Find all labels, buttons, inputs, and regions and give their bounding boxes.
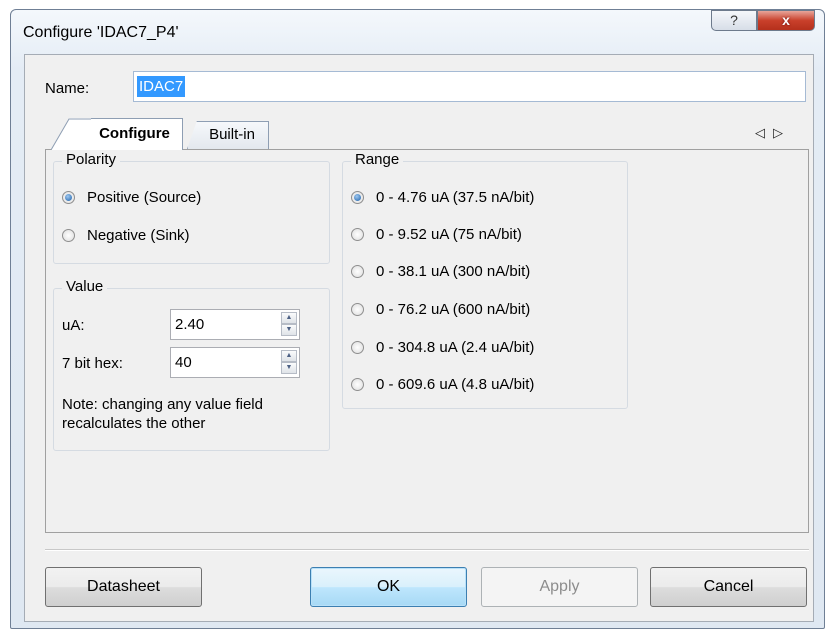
apply-button[interactable]: Apply (481, 567, 638, 607)
range-option-label: 0 - 609.6 uA (4.8 uA/bit) (376, 375, 535, 393)
ua-label: uA: (62, 317, 85, 334)
tab-scroll-arrows: ◁▷ (755, 125, 791, 141)
polarity-option-label: Positive (Source) (87, 188, 202, 206)
tab-configure-edge (51, 118, 91, 150)
range-option[interactable]: 0 - 609.6 uA (4.8 uA/bit) (351, 373, 534, 395)
radio-unselected-icon[interactable] (351, 302, 364, 316)
radio-unselected-icon[interactable] (351, 227, 364, 241)
range-option-label: 0 - 9.52 uA (75 nA/bit) (376, 225, 522, 243)
range-option[interactable]: 0 - 38.1 uA (300 nA/bit) (351, 260, 530, 282)
value-note: Note: changing any value field recalcula… (62, 396, 263, 432)
value-group: Value uA: 2.40 ▲ ▼ 7 bit hex: 40 ▲ ▼ Not… (53, 278, 330, 451)
spin-up-icon[interactable]: ▲ (281, 312, 297, 324)
hex-spinbox[interactable]: 40 ▲ ▼ (170, 347, 300, 378)
spin-down-icon[interactable]: ▼ (281, 324, 297, 336)
range-option-label: 0 - 304.8 uA (2.4 uA/bit) (376, 338, 535, 356)
hex-value: 40 (175, 354, 192, 371)
ok-button[interactable]: OK (310, 567, 467, 607)
range-option[interactable]: 0 - 76.2 uA (600 nA/bit) (351, 298, 530, 320)
dialog-client-area: Name: IDAC7 Configure Built-in ◁▷ Polari… (24, 54, 814, 622)
configure-tab-page: Polarity Positive (Source) Negative (Sin… (45, 149, 809, 533)
name-input[interactable]: IDAC7 (133, 71, 806, 102)
range-option[interactable]: 0 - 9.52 uA (75 nA/bit) (351, 223, 522, 245)
radio-selected-icon[interactable] (62, 190, 75, 204)
radio-unselected-icon[interactable] (351, 340, 364, 354)
name-label: Name: (45, 80, 90, 97)
value-legend: Value (62, 278, 108, 295)
radio-unselected-icon[interactable] (351, 264, 364, 278)
ua-spinbox[interactable]: 2.40 ▲ ▼ (170, 309, 300, 340)
polarity-option-positive[interactable]: Positive (Source) (62, 186, 201, 208)
polarity-group: Polarity Positive (Source) Negative (Sin… (53, 151, 330, 264)
close-button[interactable]: x (757, 10, 815, 31)
ua-value: 2.40 (175, 316, 205, 333)
spin-up-icon[interactable]: ▲ (281, 350, 297, 362)
polarity-option-negative[interactable]: Negative (Sink) (62, 224, 190, 246)
tab-scroll-right-icon[interactable]: ▷ (773, 125, 791, 140)
radio-unselected-icon[interactable] (62, 228, 75, 242)
range-group: Range 0 - 4.76 uA (37.5 nA/bit) 0 - 9.52… (342, 151, 628, 409)
name-input-value: IDAC7 (137, 76, 186, 97)
range-option[interactable]: 0 - 304.8 uA (2.4 uA/bit) (351, 336, 534, 358)
radio-unselected-icon[interactable] (351, 377, 364, 391)
radio-selected-icon[interactable] (351, 190, 364, 204)
range-option-label: 0 - 4.76 uA (37.5 nA/bit) (376, 188, 535, 206)
polarity-option-label: Negative (Sink) (87, 226, 190, 244)
range-option[interactable]: 0 - 4.76 uA (37.5 nA/bit) (351, 186, 534, 208)
tab-scroll-left-icon[interactable]: ◁ (755, 125, 773, 140)
datasheet-button[interactable]: Datasheet (45, 567, 202, 607)
tab-built-in[interactable]: Built-in (187, 121, 269, 149)
range-option-label: 0 - 76.2 uA (600 nA/bit) (376, 300, 531, 318)
cancel-button[interactable]: Cancel (650, 567, 807, 607)
window-title: Configure 'IDAC7_P4' (23, 24, 179, 41)
range-legend: Range (351, 151, 404, 168)
button-separator (45, 549, 809, 551)
hex-label: 7 bit hex: (62, 355, 123, 372)
spin-down-icon[interactable]: ▼ (281, 362, 297, 374)
range-option-label: 0 - 38.1 uA (300 nA/bit) (376, 262, 531, 280)
help-button[interactable]: ? (711, 10, 757, 31)
polarity-legend: Polarity (62, 151, 121, 168)
